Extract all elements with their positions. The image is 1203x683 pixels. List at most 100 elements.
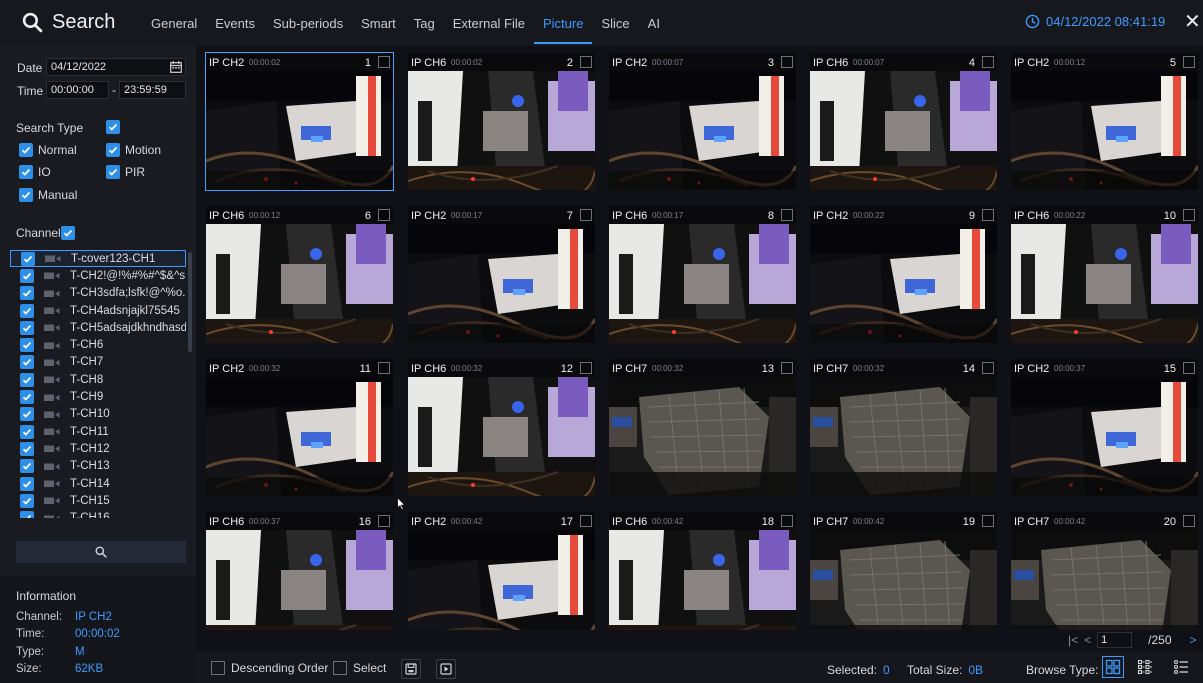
channel-checkbox[interactable] <box>20 511 34 518</box>
picture-thumbnail[interactable]: IP CH6 00:00:32 12 <box>408 359 595 496</box>
descending-order-option[interactable]: Descending Order <box>211 661 328 675</box>
view-list-button[interactable] <box>1170 656 1192 678</box>
thumbnail-checkbox[interactable] <box>378 362 390 374</box>
thumbnail-checkbox[interactable] <box>982 56 994 68</box>
first-page-icon[interactable]: |< <box>1068 633 1078 647</box>
search-button[interactable] <box>16 541 186 563</box>
search-type-all-checkbox[interactable] <box>106 120 120 134</box>
type-motion-option[interactable]: Motion <box>106 143 161 157</box>
picture-thumbnail[interactable]: IP CH2 00:00:37 15 <box>1011 359 1198 496</box>
type-io-option[interactable]: IO <box>19 165 51 179</box>
channel-item[interactable]: T-CH3sdfa;lsfk!@^%o. <box>10 285 186 302</box>
channel-item[interactable]: T-CH16 <box>10 509 186 518</box>
tab-slice[interactable]: Slice <box>592 0 638 46</box>
type-motion-checkbox[interactable] <box>106 143 120 157</box>
channel-item[interactable]: T-CH11 <box>10 423 186 440</box>
type-pir-checkbox[interactable] <box>106 165 120 179</box>
play-button[interactable] <box>436 659 456 679</box>
thumbnail-checkbox[interactable] <box>1183 362 1195 374</box>
picture-thumbnail[interactable]: IP CH7 00:00:42 20 <box>1011 512 1198 630</box>
thumbnail-checkbox[interactable] <box>378 209 390 221</box>
picture-thumbnail[interactable]: IP CH2 00:00:07 3 <box>609 53 796 190</box>
picture-thumbnail[interactable]: IP CH6 00:00:12 6 <box>206 206 393 343</box>
prev-page-icon[interactable]: < <box>1084 633 1091 647</box>
select-checkbox[interactable] <box>333 661 347 675</box>
channel-checkbox[interactable] <box>20 459 34 474</box>
picture-thumbnail[interactable]: IP CH7 00:00:32 14 <box>810 359 997 496</box>
channel-list-scrollbar[interactable] <box>188 252 192 352</box>
tab-picture[interactable]: Picture <box>534 0 593 46</box>
channel-item[interactable]: T-CH4adsnjajkl75545 <box>10 302 186 319</box>
channel-item[interactable]: T-CH6 <box>10 336 186 353</box>
channel-item[interactable]: T-CH14 <box>10 475 186 492</box>
channel-item[interactable]: T-CH10 <box>10 406 186 423</box>
tab-external-file[interactable]: External File <box>444 0 534 46</box>
channel-checkbox[interactable] <box>20 303 34 318</box>
time-end-input[interactable] <box>119 81 186 99</box>
thumbnail-checkbox[interactable] <box>1183 56 1195 68</box>
channel-all-checkbox[interactable] <box>61 226 75 240</box>
next-page-icon[interactable]: > <box>1190 633 1197 647</box>
channel-item[interactable]: T-CH7 <box>10 354 186 371</box>
thumbnail-checkbox[interactable] <box>580 56 592 68</box>
type-normal-checkbox[interactable] <box>19 143 33 157</box>
channel-item[interactable]: T-CH2!@!%#%#^$&^s <box>10 267 186 284</box>
type-io-checkbox[interactable] <box>19 165 33 179</box>
picture-thumbnail[interactable]: IP CH2 00:00:02 1 <box>205 52 394 191</box>
tab-smart[interactable]: Smart <box>352 0 405 46</box>
tab-general[interactable]: General <box>142 0 206 46</box>
channel-item[interactable]: T-CH9 <box>10 388 186 405</box>
picture-thumbnail[interactable]: IP CH7 00:00:42 19 <box>810 512 997 630</box>
select-option[interactable]: Select <box>333 661 386 675</box>
tab-tag[interactable]: Tag <box>405 0 444 46</box>
channel-checkbox[interactable] <box>20 372 34 387</box>
picture-thumbnail[interactable]: IP CH2 00:00:42 17 <box>408 512 595 630</box>
channel-checkbox[interactable] <box>20 441 34 456</box>
channel-checkbox[interactable] <box>20 407 34 422</box>
channel-item[interactable]: T-CH12 <box>10 440 186 457</box>
thumbnail-checkbox[interactable] <box>982 209 994 221</box>
picture-thumbnail[interactable]: IP CH2 00:00:12 5 <box>1011 53 1198 190</box>
type-normal-option[interactable]: Normal <box>19 143 77 157</box>
picture-thumbnail[interactable]: IP CH6 00:00:17 8 <box>609 206 796 343</box>
date-input[interactable] <box>46 58 186 76</box>
channel-item[interactable]: T-CH8 <box>10 371 186 388</box>
descending-order-checkbox[interactable] <box>211 661 225 675</box>
channel-checkbox[interactable] <box>20 476 34 491</box>
channel-checkbox[interactable] <box>20 493 34 508</box>
thumbnail-checkbox[interactable] <box>781 209 793 221</box>
close-icon[interactable]: ✕ <box>1184 12 1201 32</box>
channel-checkbox[interactable] <box>20 355 34 370</box>
picture-thumbnail[interactable]: IP CH6 00:00:22 10 <box>1011 206 1198 343</box>
picture-thumbnail[interactable]: IP CH7 00:00:32 13 <box>609 359 796 496</box>
thumbnail-checkbox[interactable] <box>580 209 592 221</box>
thumbnail-checkbox[interactable] <box>1183 515 1195 527</box>
channel-checkbox[interactable] <box>20 268 34 283</box>
channel-checkbox[interactable] <box>21 251 35 266</box>
thumbnail-checkbox[interactable] <box>378 56 390 68</box>
channel-item[interactable]: T-CH13 <box>10 458 186 475</box>
picture-thumbnail[interactable]: IP CH2 00:00:22 9 <box>810 206 997 343</box>
picture-thumbnail[interactable]: IP CH6 00:00:07 4 <box>810 53 997 190</box>
channel-checkbox[interactable] <box>20 286 34 301</box>
type-manual-option[interactable]: Manual <box>19 188 77 202</box>
channel-checkbox[interactable] <box>20 338 34 353</box>
type-pir-option[interactable]: PIR <box>106 165 145 179</box>
thumbnail-checkbox[interactable] <box>781 515 793 527</box>
channel-checkbox[interactable] <box>20 320 34 335</box>
thumbnail-checkbox[interactable] <box>580 362 592 374</box>
view-grid-small-button[interactable] <box>1134 656 1156 678</box>
channel-checkbox[interactable] <box>20 390 34 405</box>
thumbnail-checkbox[interactable] <box>1183 209 1195 221</box>
thumbnail-checkbox[interactable] <box>982 515 994 527</box>
channel-item[interactable]: T-cover123-CH1 <box>10 250 186 268</box>
calendar-icon[interactable] <box>170 61 182 73</box>
thumbnail-checkbox[interactable] <box>378 515 390 527</box>
view-grid-large-button[interactable] <box>1102 656 1124 678</box>
time-start-input[interactable] <box>46 81 109 99</box>
thumbnail-checkbox[interactable] <box>982 362 994 374</box>
thumbnail-checkbox[interactable] <box>781 362 793 374</box>
tab-events[interactable]: Events <box>206 0 264 46</box>
channel-item[interactable]: T-CH15 <box>10 492 186 509</box>
tab-sub-periods[interactable]: Sub-periods <box>264 0 352 46</box>
